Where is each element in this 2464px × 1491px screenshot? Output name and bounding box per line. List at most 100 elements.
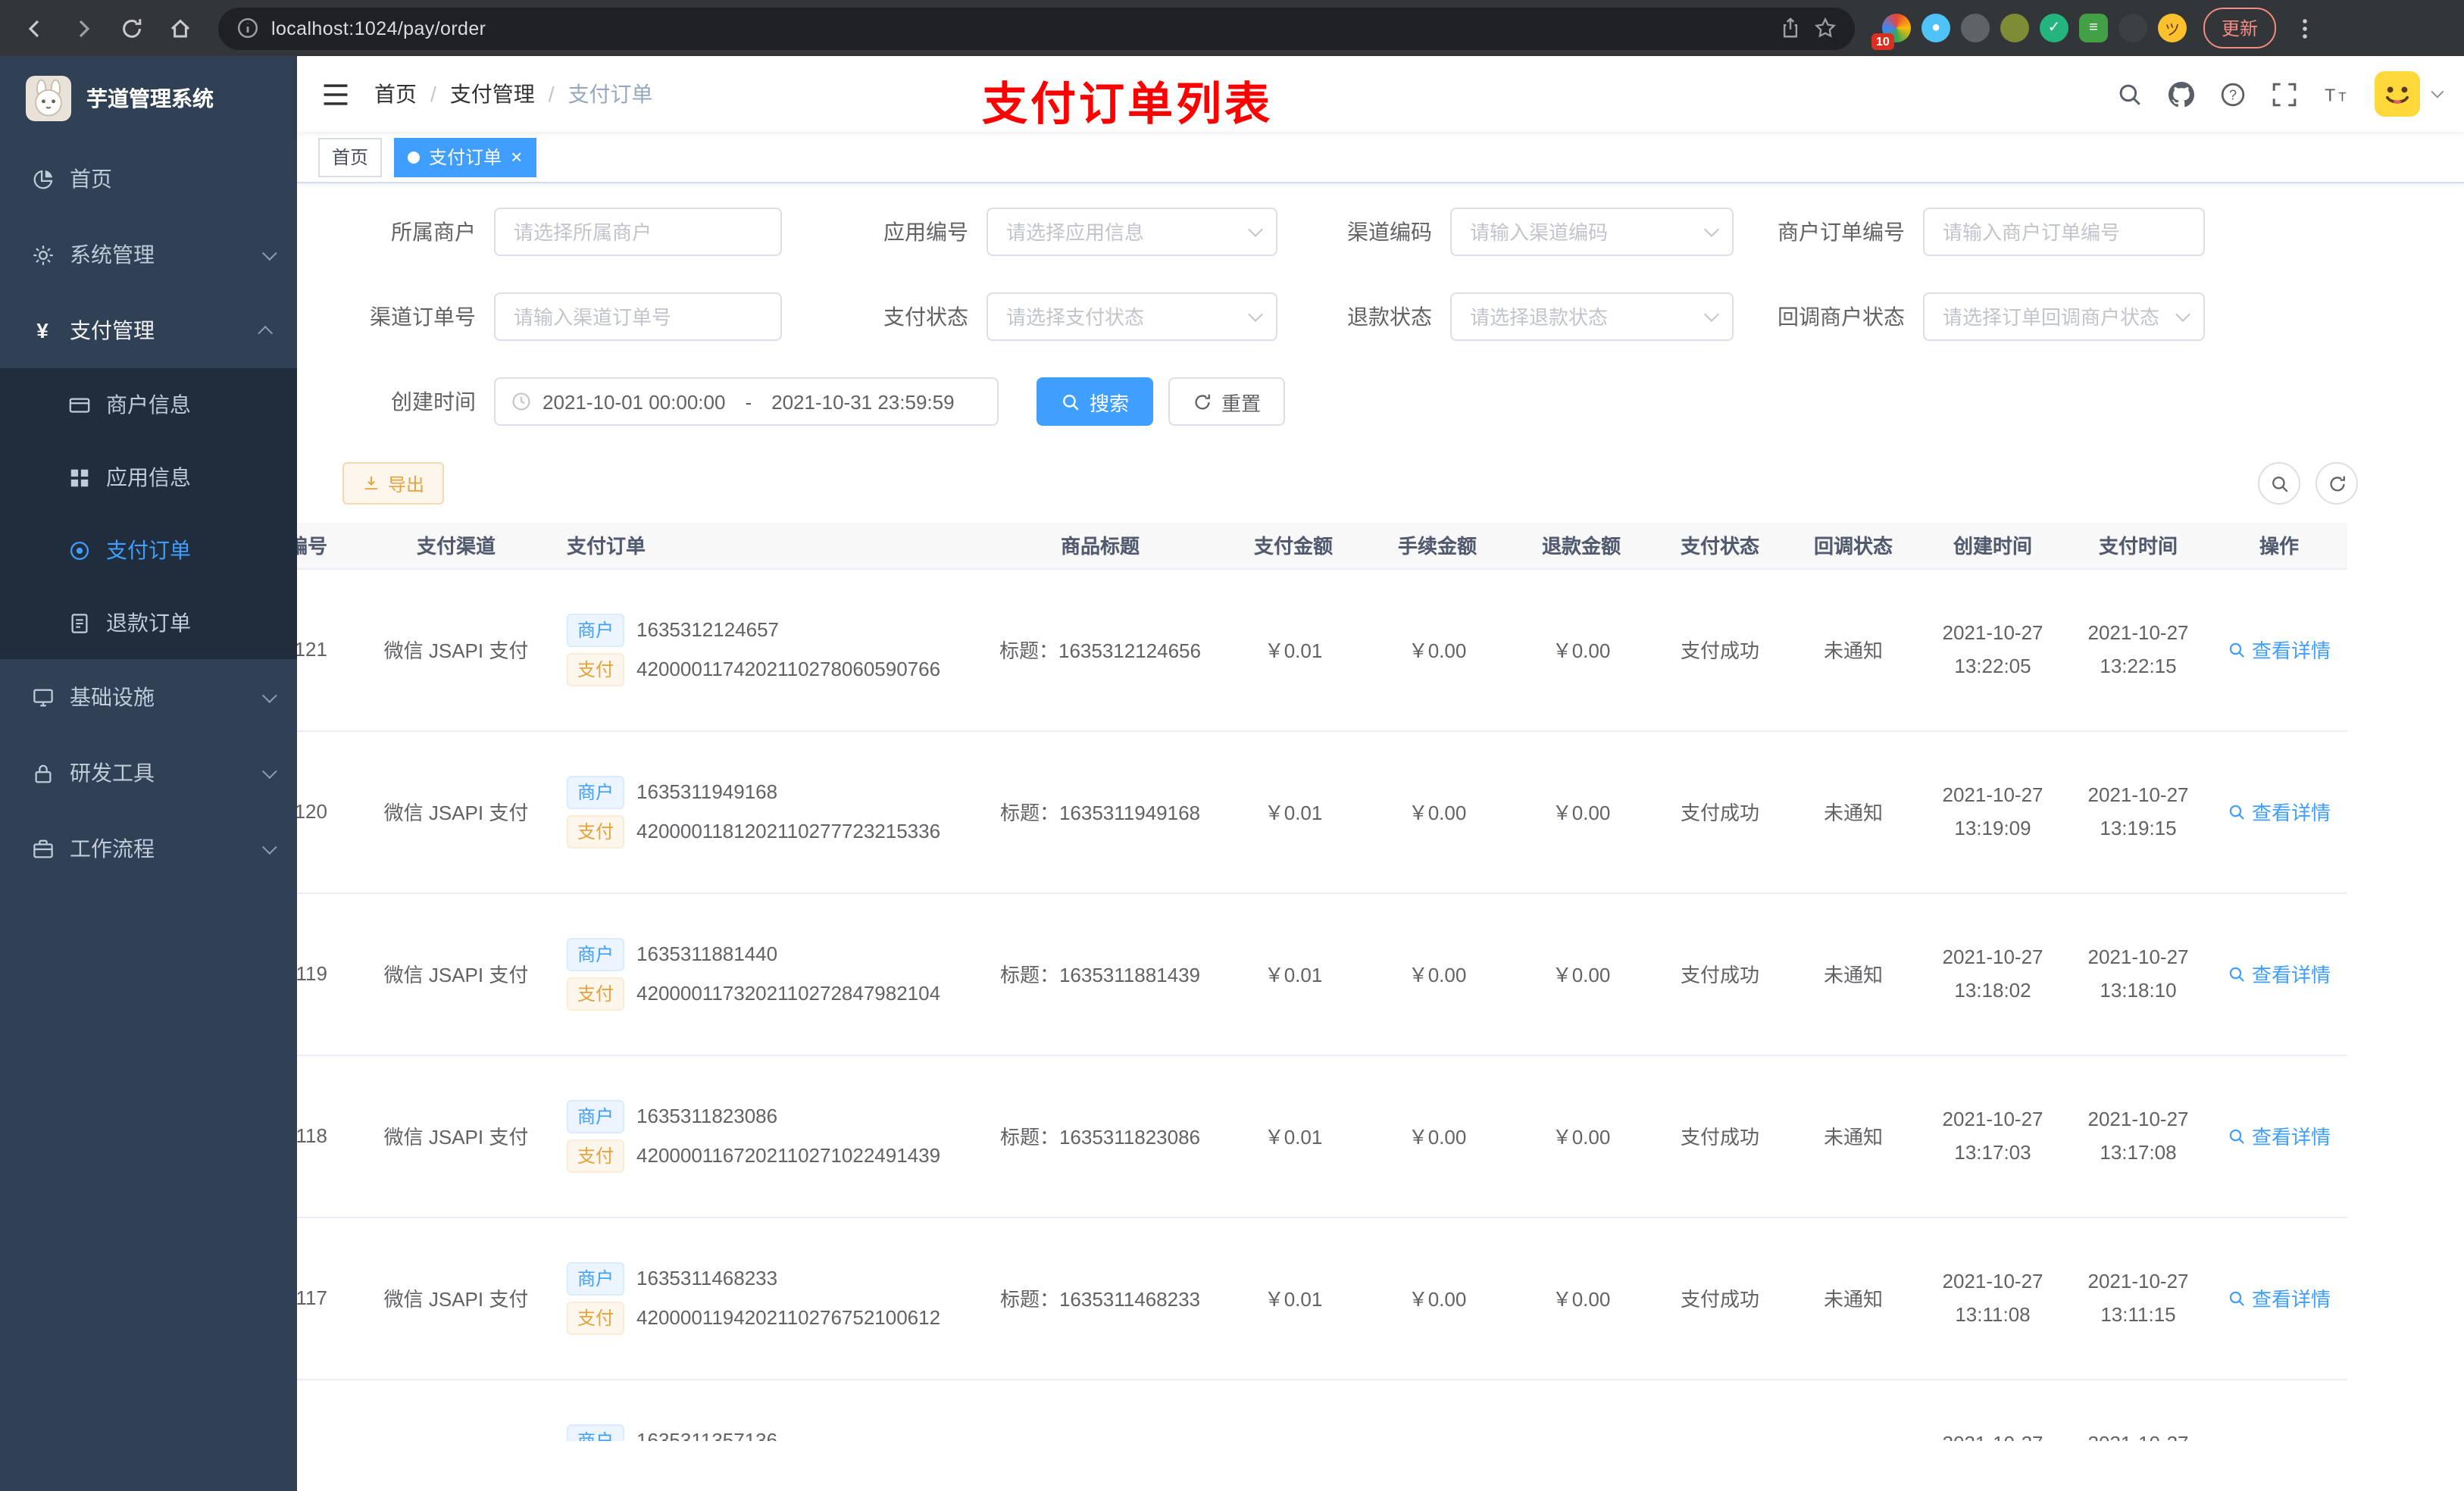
grid-icon [67,466,91,489]
refresh-button[interactable] [2315,462,2358,505]
extension-icon-drop[interactable]: ● [1921,14,1950,42]
browser-update-button[interactable]: 更新 [2203,8,2277,48]
extension-icon-pin[interactable] [2118,14,2147,42]
sidebar-item-workflow[interactable]: 工作流程 [0,811,297,886]
merchant-order-no: 1635311468233 [636,1267,778,1289]
channel-code-select[interactable] [1450,208,1734,256]
bookmark-star-icon[interactable] [1814,17,1837,39]
briefcase-icon [30,837,55,860]
close-icon[interactable]: × [511,147,522,167]
help-icon[interactable]: ? [2220,81,2246,107]
search-icon[interactable] [2117,81,2143,107]
browser-menu-icon[interactable] [2293,16,2317,40]
pay-channel: 微信 JSAPI 支付 [383,639,529,662]
sidebar-toggle-icon[interactable] [321,80,350,108]
tab-home[interactable]: 首页 [318,137,383,177]
extension-icon-dark[interactable] [1961,14,1990,42]
breadcrumb-pay-management[interactable]: 支付管理 [450,79,535,109]
app-title: 芋道管理系统 [86,86,214,111]
channel-order-no-input[interactable] [494,292,782,341]
notify-status: 未通知 [1823,1288,1883,1311]
site-info-icon[interactable] [236,17,259,39]
font-size-icon[interactable]: TT [2323,81,2349,107]
download-icon [364,477,378,490]
chevron-down-icon [2431,85,2444,98]
date-range-picker[interactable]: 2021-10-01 00:00:00 - 2021-10-31 23:59:5… [494,377,999,426]
page-header: 首页 / 支付管理 / 支付订单 支付订单列表 ? TT [297,56,2464,132]
breadcrumb-home[interactable]: 首页 [374,79,417,109]
browser-reload-button[interactable] [109,5,155,51]
user-avatar [2375,71,2420,117]
notify-status: 未通知 [1823,964,1883,986]
view-detail-link[interactable]: 查看详情 [2228,797,2331,826]
merchant-order-no: 1635312124657 [636,618,780,641]
extension-icon-chat[interactable]: ≡ [2079,14,2108,42]
pay-date: 2021-10-27 [2087,946,2189,969]
view-detail-link[interactable]: 查看详情 [2228,1121,2331,1150]
create-time: 13:18:02 [1954,978,2031,1001]
browser-forward-button[interactable] [61,5,106,51]
extension-icon-colorwheel[interactable]: 10 [1871,14,1911,50]
create-date: 2021-10-27 [1942,946,2043,969]
product-subject: 标题：1635311881439 [999,964,1201,986]
product-subject: 标题：1635312124656 [999,639,1201,662]
sidebar-item-infra[interactable]: 基础设施 [0,659,297,735]
search-icon [2229,1290,2244,1305]
product-subject: 标题：1635311468233 [999,1288,1201,1311]
search-button[interactable]: 搜索 [1037,377,1154,426]
pay-amount: ￥0.01 [1264,964,1323,986]
toggle-search-button[interactable] [2258,462,2300,505]
sidebar-menu: 首页 系统管理 ¥ 支付管理 商户信息 应用信息 支付订单 退款订单 基础设施 … [0,141,297,886]
pay-status-select[interactable] [987,292,1277,341]
github-icon[interactable] [2169,81,2194,107]
sidebar-item-pay-order[interactable]: 支付订单 [0,514,297,586]
order-table-wrapper[interactable]: 编号 支付渠道 支付订单 商品标题 支付金额 手续金额 退款金额 支付状态 回调… [297,523,2464,1441]
notify-status-select[interactable] [1923,292,2205,341]
create-date: 2021-10-27 [1932,1427,2053,1441]
extension-icon-olive[interactable] [2000,14,2029,42]
user-menu[interactable] [2375,71,2444,117]
browser-back-button[interactable] [12,5,58,51]
app-logo[interactable]: 芋道管理系统 [0,56,297,141]
sidebar-item-home[interactable]: 首页 [0,141,297,217]
search-icon [2272,476,2287,492]
fullscreen-icon[interactable] [2272,81,2297,107]
credit-card-icon [67,393,91,416]
sidebar-item-devtools[interactable]: 研发工具 [0,735,297,811]
browser-home-button[interactable] [158,5,203,51]
merchant-order-no-input[interactable] [1923,208,2205,256]
notify-status: 未通知 [1823,1126,1883,1149]
refund-status-select[interactable] [1450,292,1734,341]
sidebar-item-refund-order[interactable]: 退款订单 [0,586,297,659]
extension-icon-check[interactable]: ✓ [2040,14,2068,42]
pay-tag: 支付 [567,652,625,686]
export-button[interactable]: 导出 [342,462,445,505]
pay-status: 支付成功 [1680,1288,1759,1311]
pay-status: 支付成功 [1680,964,1759,986]
merchant-tag: 商户 [567,937,625,971]
channel-order-no: 4200001181202110277723215336 [636,820,941,842]
table-toolbar: 导出 [297,462,2464,505]
view-detail-link[interactable]: 查看详情 [2228,959,2331,988]
view-detail-link[interactable]: 查看详情 [2228,635,2331,664]
target-icon [67,539,91,561]
browser-toolbar: localhost:1024/pay/order 10 ● ✓ ≡ ツ 更新 [0,0,2464,56]
monitor-icon [30,686,55,708]
create-time: 13:19:09 [1954,816,2031,839]
app-id-select[interactable] [987,208,1277,256]
sidebar-item-system[interactable]: 系统管理 [0,217,297,292]
sidebar-item-payment[interactable]: ¥ 支付管理 [0,292,297,368]
merchant-input[interactable] [494,208,782,256]
view-detail-link[interactable]: 查看详情 [2228,1283,2331,1312]
create-date: 2021-10-27 [1942,1270,2043,1293]
share-icon[interactable] [1779,17,1802,39]
sidebar-item-app-info[interactable]: 应用信息 [0,441,297,514]
reset-button[interactable]: 重置 [1168,377,1286,426]
pay-status: 支付成功 [1680,1126,1759,1149]
profile-avatar[interactable]: ツ [2158,14,2187,42]
merchant-order-no: 1635311357136 [636,1429,778,1441]
pay-amount: ￥0.01 [1264,1288,1323,1311]
tab-pay-order[interactable]: 支付订单 × [394,137,536,177]
sidebar-item-merchant-info[interactable]: 商户信息 [0,368,297,441]
address-bar[interactable]: localhost:1024/pay/order [218,7,1855,49]
